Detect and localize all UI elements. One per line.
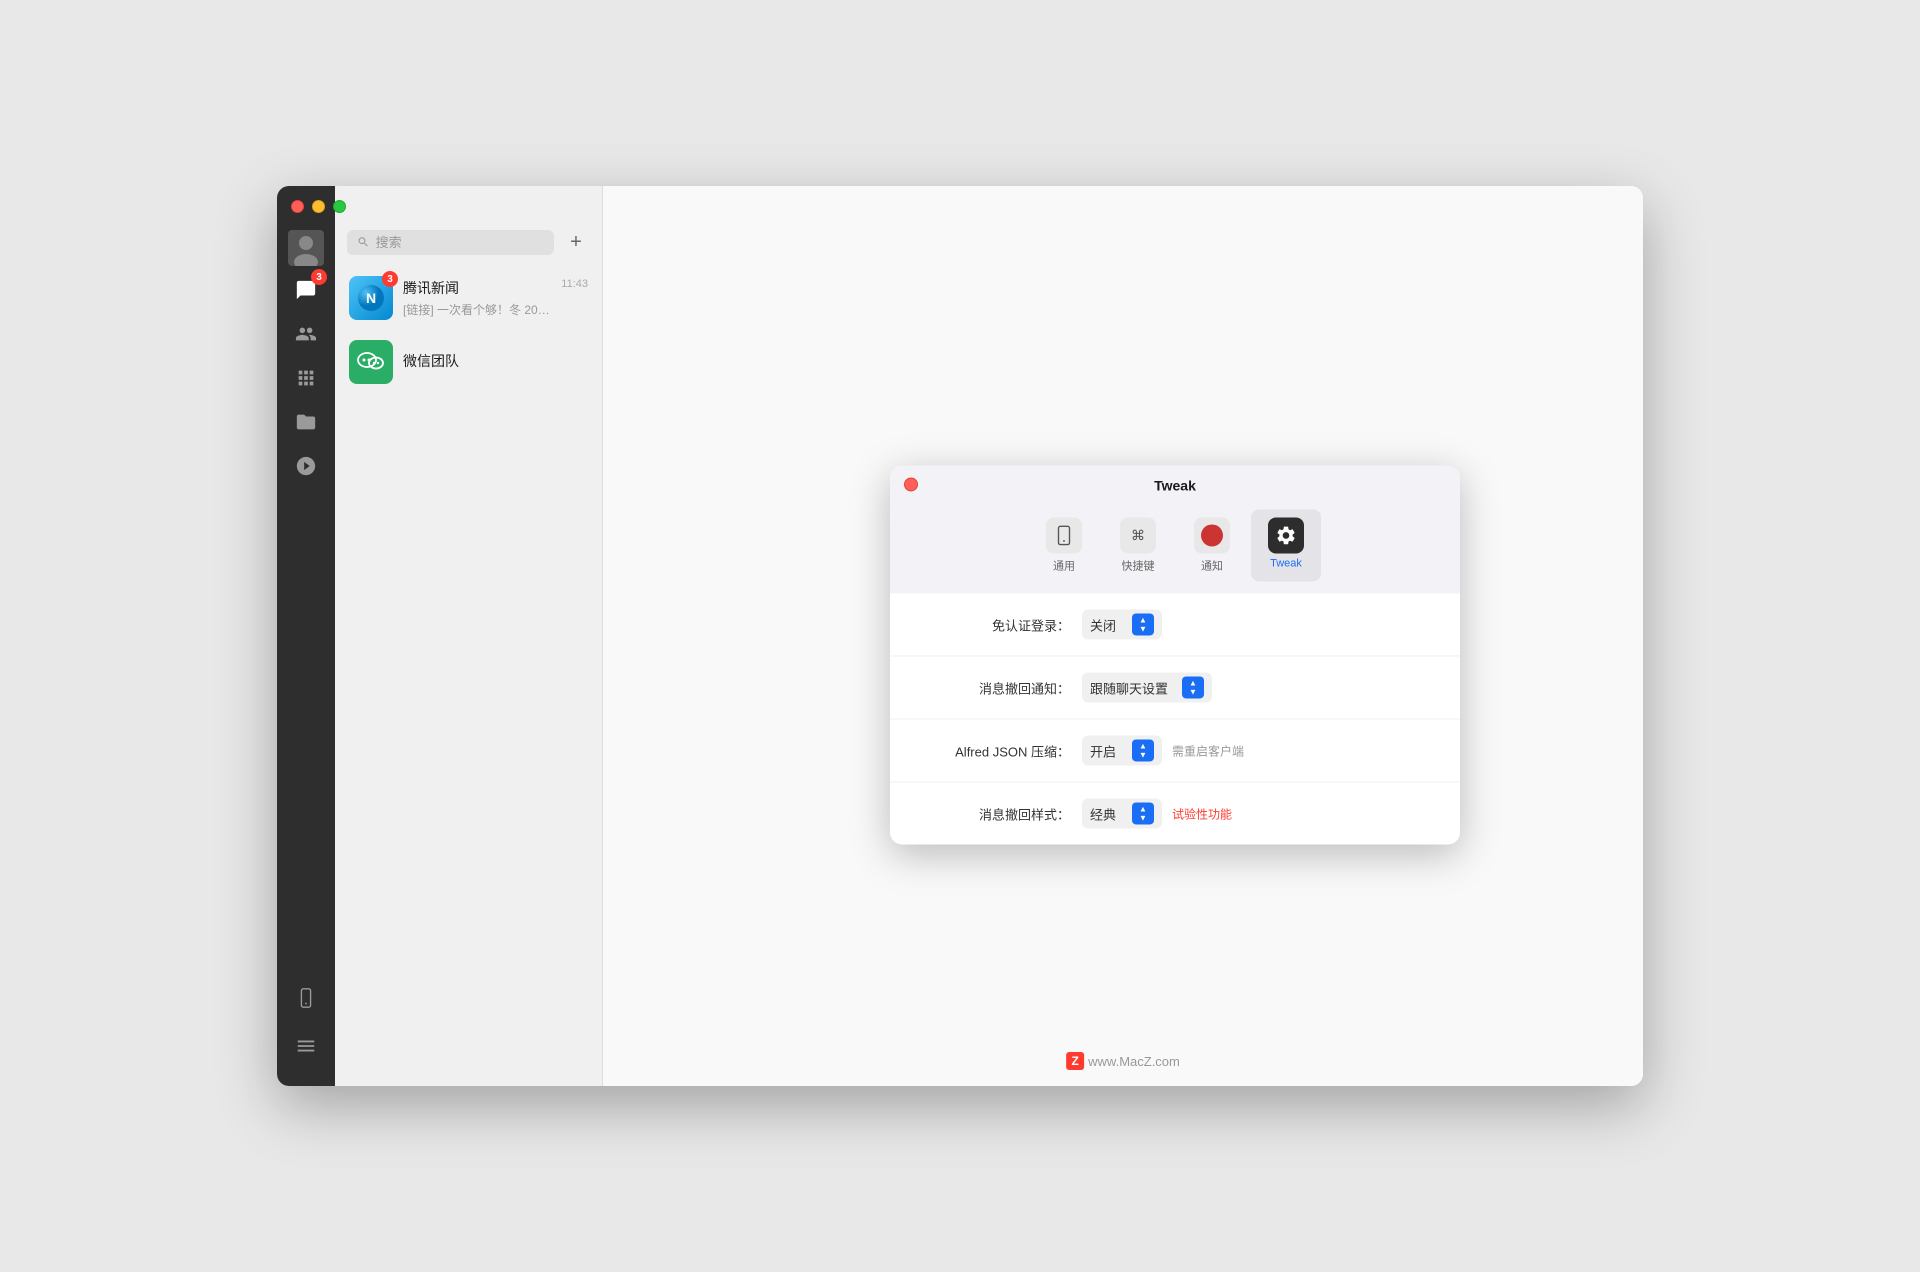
- wechat-team-info: 微信团队: [403, 351, 588, 374]
- chat-list-panel: + N 3: [335, 186, 603, 1086]
- chat-item-wechat-team[interactable]: 微信团队: [335, 330, 602, 394]
- sidebar-item-files[interactable]: [288, 404, 324, 440]
- wechat-team-avatar: [349, 340, 393, 384]
- alfred-json-control: 开启 ▲ ▼ 需重启客户端: [1082, 735, 1244, 765]
- tencent-news-badge: 3: [382, 271, 398, 287]
- tab-notify-icon: [1194, 517, 1230, 553]
- watermark: Z www.MacZ.com: [1066, 1052, 1180, 1070]
- recall-style-note: 试验性功能: [1172, 805, 1232, 822]
- sidebar-item-contacts[interactable]: [288, 316, 324, 352]
- alfred-json-label: Alfred JSON 压缩：: [930, 741, 1070, 760]
- maximize-button[interactable]: [333, 200, 346, 213]
- anon-login-arrows: ▲ ▼: [1132, 613, 1154, 635]
- tab-general[interactable]: 通用: [1029, 509, 1099, 581]
- alfred-json-arrows: ▲ ▼: [1132, 739, 1154, 761]
- tab-general-icon: [1046, 517, 1082, 553]
- tweak-dialog: Tweak 通用 ⌘ 快捷键: [890, 465, 1460, 844]
- anon-login-control: 关闭 ▲ ▼: [1082, 609, 1162, 639]
- main-content: Tweak 通用 ⌘ 快捷键: [603, 186, 1643, 1086]
- setting-row-recall-style: 消息撤回样式： 经典 ▲ ▼ 试验性功能: [890, 782, 1460, 844]
- recall-style-control: 经典 ▲ ▼ 试验性功能: [1082, 798, 1232, 828]
- anon-login-label: 免认证登录：: [930, 615, 1070, 634]
- avatar[interactable]: [288, 230, 324, 266]
- search-input[interactable]: [376, 235, 544, 250]
- dialog-body: 免认证登录： 关闭 ▲ ▼ 消息撤回通知：: [890, 593, 1460, 844]
- add-button[interactable]: +: [562, 228, 590, 256]
- sidebar-item-apps[interactable]: [288, 360, 324, 396]
- alfred-json-select[interactable]: 开启 ▲ ▼: [1082, 735, 1162, 765]
- sidebar-item-moments[interactable]: [288, 448, 324, 484]
- tab-notify-label: 通知: [1201, 557, 1223, 573]
- sidebar-item-phone[interactable]: [288, 980, 324, 1016]
- tab-tweak-label: Tweak: [1270, 557, 1302, 569]
- recall-style-value: 经典: [1090, 804, 1116, 823]
- setting-row-anon-login: 免认证登录： 关闭 ▲ ▼: [890, 593, 1460, 656]
- wechat-team-name: 微信团队: [403, 351, 588, 371]
- recall-notify-arrows: ▲ ▼: [1182, 676, 1204, 698]
- search-input-wrap[interactable]: [347, 230, 554, 255]
- recall-style-select[interactable]: 经典 ▲ ▼: [1082, 798, 1162, 828]
- tencent-news-time: 11:43: [561, 276, 588, 290]
- tab-tweak-icon: [1268, 517, 1304, 553]
- anon-login-value: 关闭: [1090, 615, 1116, 634]
- recall-style-arrows: ▲ ▼: [1132, 802, 1154, 824]
- setting-row-alfred-json: Alfred JSON 压缩： 开启 ▲ ▼ 需重启客户端: [890, 719, 1460, 782]
- chat-avatar-wrap: N 3: [349, 276, 393, 320]
- wechat-team-avatar-wrap: [349, 340, 393, 384]
- svg-text:N: N: [366, 290, 376, 306]
- app-window: 3: [277, 186, 1643, 1086]
- recall-notify-select[interactable]: 跟随聊天设置 ▲ ▼: [1082, 672, 1212, 702]
- chat-badge: 3: [311, 269, 327, 285]
- sidebar-item-chat[interactable]: 3: [288, 272, 324, 308]
- minimize-button[interactable]: [312, 200, 325, 213]
- recall-notify-control: 跟随聊天设置 ▲ ▼: [1082, 672, 1212, 702]
- search-bar: +: [335, 218, 602, 266]
- close-button[interactable]: [291, 200, 304, 213]
- recall-style-label: 消息撤回样式：: [930, 804, 1070, 823]
- sidebar: 3: [277, 186, 335, 1086]
- alfred-json-value: 开启: [1090, 741, 1116, 760]
- recall-notify-label: 消息撤回通知：: [930, 678, 1070, 697]
- dialog-close-button[interactable]: [904, 477, 918, 491]
- dialog-titlebar: Tweak: [890, 465, 1460, 501]
- sidebar-bottom: [288, 978, 324, 1086]
- tab-tweak[interactable]: Tweak: [1251, 509, 1321, 581]
- tab-notify[interactable]: 通知: [1177, 509, 1247, 581]
- anon-login-select[interactable]: 关闭 ▲ ▼: [1082, 609, 1162, 639]
- watermark-text: www.MacZ.com: [1088, 1054, 1180, 1069]
- tencent-news-info: 腾讯新闻 [链接] 一次看个够！冬 20 运 20...: [403, 278, 551, 318]
- watermark-logo: Z: [1066, 1052, 1084, 1070]
- tab-general-label: 通用: [1053, 557, 1075, 573]
- tab-shortcut[interactable]: ⌘ 快捷键: [1103, 509, 1173, 581]
- alfred-json-note: 需重启客户端: [1172, 742, 1244, 759]
- dialog-tabs: 通用 ⌘ 快捷键 通知: [890, 501, 1460, 593]
- tab-shortcut-icon: ⌘: [1120, 517, 1156, 553]
- recall-notify-value: 跟随聊天设置: [1090, 678, 1168, 697]
- search-icon: [357, 235, 370, 249]
- sidebar-item-menu[interactable]: [288, 1028, 324, 1064]
- traffic-lights: [291, 200, 346, 213]
- setting-row-recall-notify: 消息撤回通知： 跟随聊天设置 ▲ ▼: [890, 656, 1460, 719]
- dialog-title: Tweak: [1154, 477, 1196, 493]
- tab-shortcut-label: 快捷键: [1122, 557, 1155, 573]
- tencent-news-name: 腾讯新闻: [403, 278, 551, 298]
- tencent-news-preview: [链接] 一次看个够！冬 20 运 20...: [403, 301, 551, 318]
- chat-item-tencent-news[interactable]: N 3 腾讯新闻 [链接] 一次看个够！冬 20 运 20... 11:43: [335, 266, 602, 330]
